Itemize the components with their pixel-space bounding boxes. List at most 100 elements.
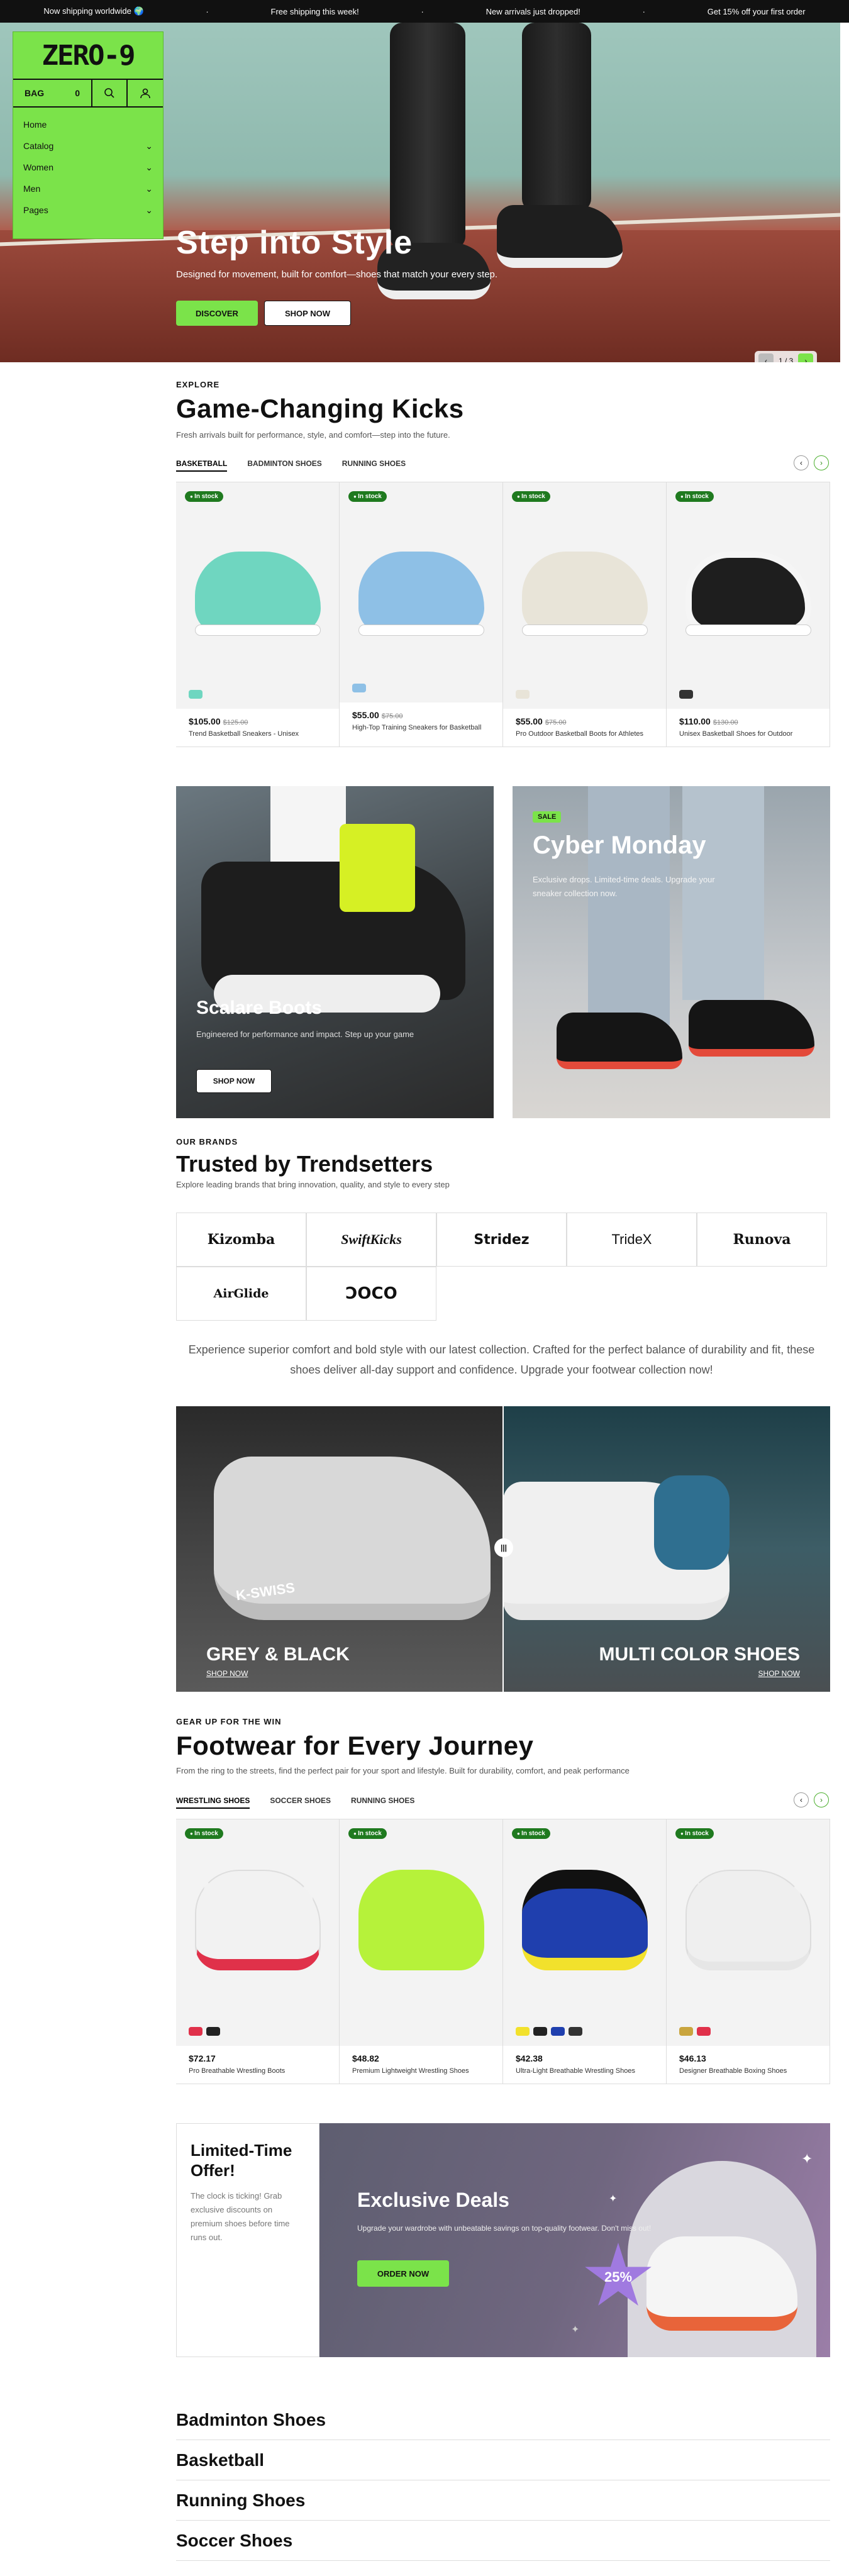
product-name[interactable]: Pro Outdoor Basketball Boots for Athlete…	[516, 729, 653, 739]
category-link-basketball[interactable]: Basketball	[176, 2440, 830, 2480]
stock-badge: In stock	[675, 491, 714, 502]
tab-wrestling[interactable]: WRESTLING SHOES	[176, 1796, 250, 1809]
brand-logo[interactable]: ƆOCO	[306, 1267, 436, 1321]
tab-basketball[interactable]: BASKETBALL	[176, 459, 228, 472]
brands-subtitle: Explore leading brands that bring innova…	[176, 1180, 450, 1189]
color-swatch[interactable]	[516, 690, 530, 699]
product-image: In stock	[340, 482, 502, 702]
product-price: $110.00	[679, 716, 711, 726]
product-image: In stock	[340, 1819, 502, 2046]
explore-title: Game-Changing Kicks	[176, 394, 464, 423]
prev-slide-button[interactable]: ‹	[758, 353, 774, 362]
product-image: In stock	[667, 482, 830, 709]
category-link-running[interactable]: Running Shoes	[176, 2480, 830, 2521]
shoe-image	[195, 1870, 321, 1970]
category-link-badminton[interactable]: Badminton Shoes	[176, 2400, 830, 2440]
shoe-image	[685, 1870, 811, 1970]
menu-item-home[interactable]: Home	[23, 114, 153, 135]
product-old-price: $125.00	[223, 719, 248, 726]
deal-title: Exclusive Deals	[357, 2189, 509, 2211]
chevron-down-icon: ⌄	[145, 204, 153, 215]
promo-shop-now-button[interactable]: SHOP NOW	[196, 1069, 272, 1093]
explore-tabs: BASKETBALL BADMINTON SHOES RUNNING SHOES	[176, 459, 406, 472]
menu-item-pages[interactable]: Pages ⌄	[23, 199, 153, 221]
promo-cyber-monday[interactable]: SALE Cyber Monday Exclusive drops. Limit…	[513, 786, 830, 1118]
chevron-down-icon: ⌄	[145, 162, 153, 172]
brand-logo[interactable]: Stridez	[436, 1213, 567, 1267]
product-name[interactable]: Pro Breathable Wrestling Boots	[189, 2066, 326, 2076]
tab-running[interactable]: RUNNING SHOES	[351, 1796, 414, 1809]
shoe-image	[358, 1870, 484, 1970]
product-price: $46.13	[679, 2053, 706, 2063]
promo-scalare[interactable]: Scalare Boots Engineered for performance…	[176, 786, 494, 1118]
product-image: In stock	[176, 482, 339, 709]
exclusive-deals-banner: 25% Exclusive Deals Upgrade your wardrob…	[319, 2123, 830, 2357]
prev-arrow-icon[interactable]: ‹	[794, 1792, 809, 1807]
chevron-down-icon: ⌄	[145, 140, 153, 151]
color-swatch[interactable]	[206, 2027, 220, 2036]
category-link-soccer[interactable]: Soccer Shoes	[176, 2521, 830, 2561]
product-card[interactable]: In stock $55.00$75.00 High-Top Training …	[340, 482, 503, 747]
color-swatch[interactable]	[697, 2027, 711, 2036]
stock-badge: In stock	[512, 1828, 550, 1839]
product-card[interactable]: In stock $105.00$125.00 Trend Basketball…	[176, 482, 340, 747]
brand-logo[interactable]: AirGlide	[176, 1267, 306, 1321]
brand-grid: Kizomba SwiftKicks Stridez TrideX Runova…	[176, 1213, 827, 1321]
color-swatch[interactable]	[516, 2027, 530, 2036]
color-swatch[interactable]	[679, 2027, 693, 2036]
color-swatch[interactable]	[189, 2027, 203, 2036]
shop-now-button[interactable]: SHOP NOW	[264, 301, 351, 326]
search-icon[interactable]	[92, 80, 128, 106]
shoe-image	[522, 552, 648, 633]
brand-logo[interactable]: Runova	[697, 1213, 827, 1267]
order-now-button[interactable]: ORDER NOW	[357, 2260, 449, 2287]
product-card[interactable]: In stock $46.13 Designer Breathable Boxi…	[667, 1819, 830, 2084]
site-logo[interactable]: ZERO-9	[13, 32, 163, 80]
menu-item-men[interactable]: Men ⌄	[23, 178, 153, 199]
product-name[interactable]: Trend Basketball Sneakers - Unisex	[189, 729, 326, 739]
compare-left-link[interactable]: SHOP NOW	[206, 1669, 248, 1678]
color-swatch[interactable]	[352, 684, 366, 692]
color-swatch[interactable]	[189, 690, 203, 699]
menu-item-catalog[interactable]: Catalog ⌄	[23, 135, 153, 157]
shoe-image	[358, 552, 484, 633]
product-card[interactable]: In stock $110.00$130.00 Unisex Basketbal…	[667, 482, 830, 747]
product-card[interactable]: In stock $48.82 Premium Lightweight Wres…	[340, 1819, 503, 2084]
discover-button[interactable]: DISCOVER	[176, 301, 258, 326]
next-arrow-icon[interactable]: ›	[814, 455, 829, 470]
prev-arrow-icon[interactable]: ‹	[794, 455, 809, 470]
compare-slider[interactable]: K-SWISS ||| GREY & BLACK SHOP NOW MULTI …	[176, 1406, 830, 1692]
tab-badminton[interactable]: BADMINTON SHOES	[247, 459, 321, 472]
brand-logo[interactable]: TrideX	[567, 1213, 697, 1267]
product-card[interactable]: In stock $72.17 Pro Breathable Wrestling…	[176, 1819, 340, 2084]
next-arrow-icon[interactable]: ›	[814, 1792, 829, 1807]
account-icon[interactable]	[128, 80, 163, 106]
color-swatch[interactable]	[533, 2027, 547, 2036]
shoe-image	[195, 552, 321, 633]
explore-eyebrow: EXPLORE	[176, 380, 220, 389]
bag-button[interactable]: BAG 0	[13, 80, 92, 106]
sparkle-icon: ✦	[609, 2194, 618, 2204]
product-card[interactable]: In stock $55.00$75.00 Pro Outdoor Basket…	[503, 482, 667, 747]
slide-counter: 1 / 3	[779, 357, 794, 362]
next-slide-button[interactable]: ›	[798, 353, 814, 362]
tab-soccer[interactable]: SOCCER SHOES	[270, 1796, 331, 1809]
color-swatch[interactable]	[679, 690, 693, 699]
compare-right-link[interactable]: SHOP NOW	[758, 1669, 800, 1678]
menu-item-women[interactable]: Women ⌄	[23, 157, 153, 178]
product-image: In stock	[503, 482, 666, 709]
product-name[interactable]: Premium Lightweight Wrestling Shoes	[352, 2066, 490, 2076]
product-name[interactable]: Ultra-Light Breathable Wrestling Shoes	[516, 2066, 653, 2076]
product-name[interactable]: Unisex Basketball Shoes for Outdoor	[679, 729, 817, 739]
product-price: $55.00	[516, 716, 543, 726]
brand-logo[interactable]: SwiftKicks	[306, 1213, 436, 1267]
color-swatch[interactable]	[551, 2027, 565, 2036]
offer-text: The clock is ticking! Grab exclusive dis…	[191, 2191, 290, 2242]
product-name[interactable]: High-Top Training Sneakers for Basketbal…	[352, 723, 490, 733]
color-swatch[interactable]	[569, 2027, 582, 2036]
product-name[interactable]: Designer Breathable Boxing Shoes	[679, 2066, 817, 2076]
tab-running[interactable]: RUNNING SHOES	[342, 459, 406, 472]
product-card[interactable]: In stock $42.38 Ultra-Light Breathable W…	[503, 1819, 667, 2084]
brand-logo[interactable]: Kizomba	[176, 1213, 306, 1267]
drag-handle-icon[interactable]: |||	[494, 1538, 513, 1557]
